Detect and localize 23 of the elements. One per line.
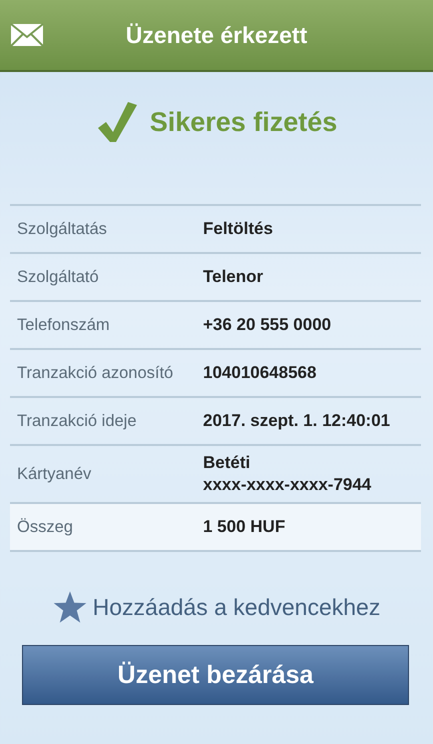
field-label: Szolgáltató (17, 268, 100, 286)
close-button[interactable]: Üzenet bezárása (22, 645, 409, 705)
add-favorite-link[interactable]: Hozzáadás a kedvencekhez (0, 590, 433, 624)
header-title: Üzenete érkezett (126, 22, 308, 48)
field-value: xxxx-xxxx-xxxx-7944 (203, 474, 372, 496)
field-label: Telefonszám (17, 316, 111, 334)
field-label: Tranzakció ideje (17, 412, 138, 430)
envelope-icon (10, 23, 44, 47)
field-value: Feltöltés (203, 218, 273, 240)
favorite-label: Hozzáadás a kedvencekhez (92, 594, 380, 620)
field-label: Szolgáltatás (17, 220, 108, 238)
field-label: Kártyanév (17, 464, 92, 484)
field-value: 104010648568 (203, 362, 316, 384)
star-icon (52, 590, 87, 624)
field-label: Tranzakció azonosító (17, 364, 174, 382)
field-value: 1 500 HUF (203, 516, 286, 538)
checkmark-icon (96, 100, 138, 144)
field-label: Összeg (17, 518, 74, 536)
field-value: +36 20 555 0000 (203, 314, 332, 336)
status-message: Sikeres fizetés (150, 106, 338, 138)
field-value: Telenor (203, 266, 264, 288)
field-value: 2017. szept. 1. 12:40:01 (203, 410, 390, 432)
field-value: Betéti (203, 452, 252, 474)
